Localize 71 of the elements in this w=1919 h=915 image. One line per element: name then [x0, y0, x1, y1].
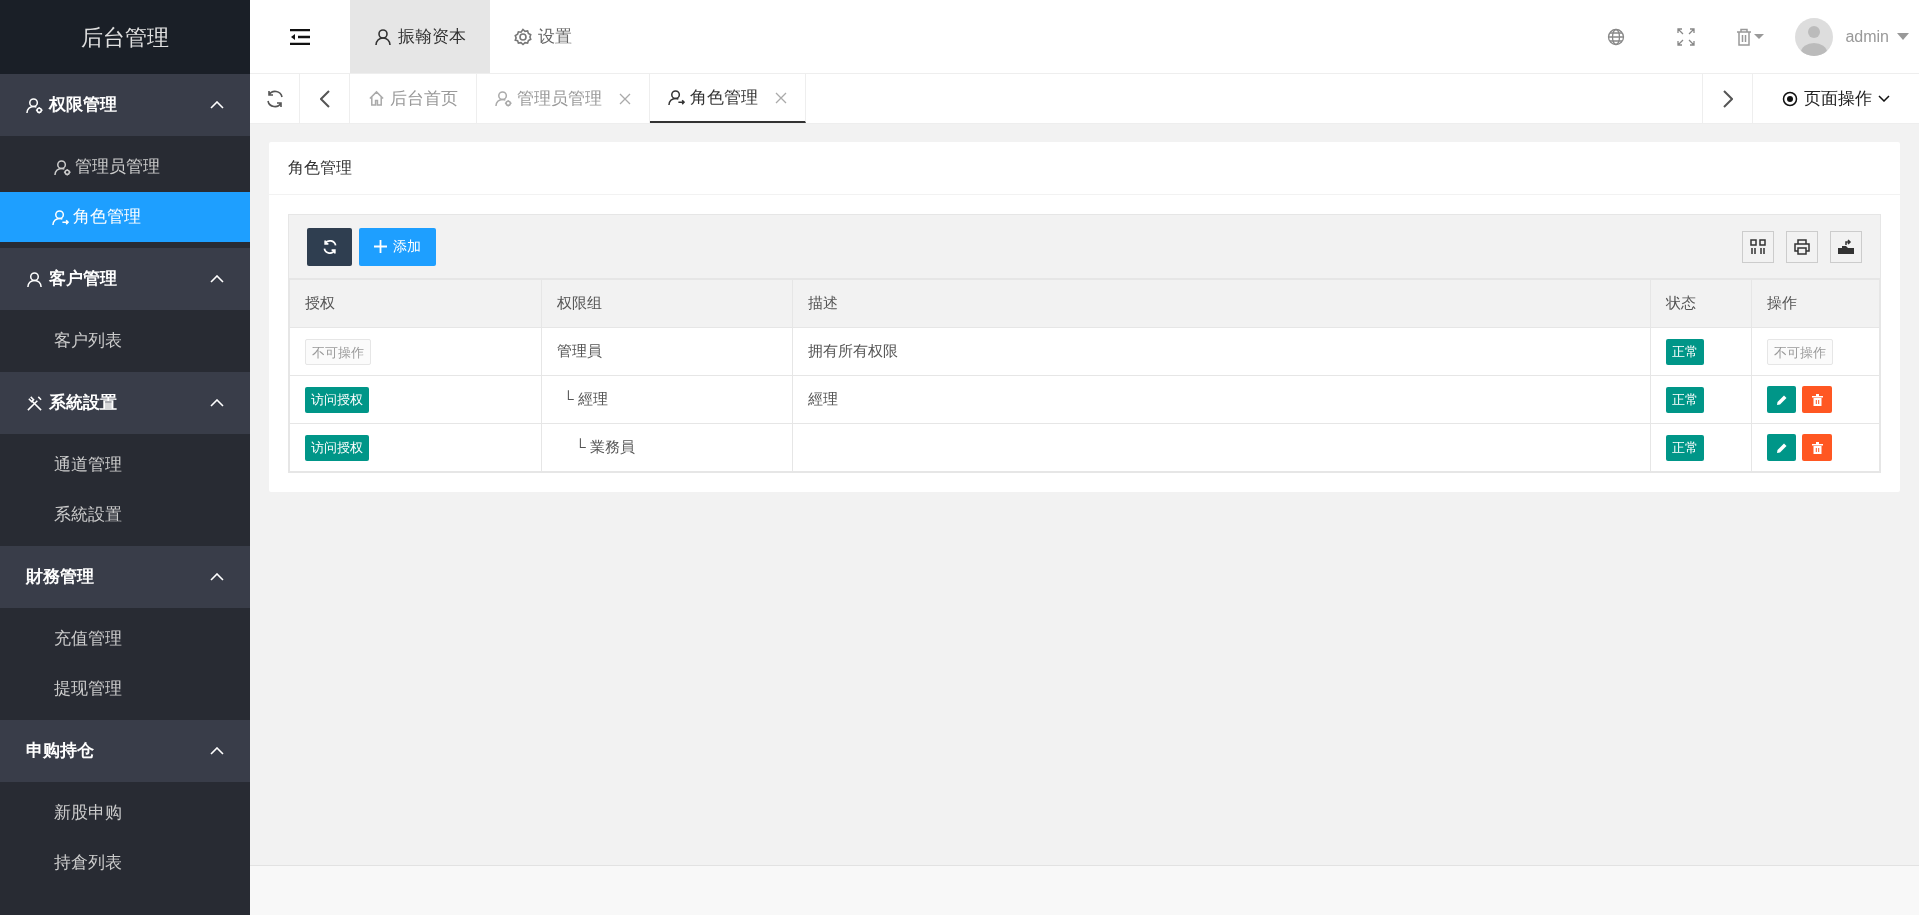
tools-icon — [26, 394, 43, 412]
table-cell: 經理 — [808, 390, 838, 408]
pencil-icon — [1775, 441, 1788, 454]
delete-button[interactable] — [1802, 434, 1832, 461]
locked-label: 不可操作 — [1767, 338, 1833, 365]
column-header: 授权 — [289, 279, 542, 328]
avatar[interactable] — [1795, 17, 1834, 56]
card-title: 角色管理 — [288, 158, 352, 178]
status-badge: 正常 — [1666, 338, 1704, 365]
refresh-button[interactable] — [307, 227, 352, 266]
delete-button[interactable] — [1802, 386, 1832, 413]
sidebar-group-header[interactable]: 权限管理 — [0, 74, 250, 136]
user-arrow-icon — [668, 89, 685, 106]
edit-button[interactable] — [1767, 434, 1796, 461]
trash-icon — [1811, 393, 1823, 406]
table-cell-text: └ 經理 — [562, 390, 608, 408]
user-gear-icon — [26, 96, 43, 114]
export-icon[interactable] — [1830, 230, 1862, 263]
home-icon — [368, 90, 385, 107]
authorize-button: 不可操作 — [305, 338, 371, 365]
column-header: 操作 — [1751, 279, 1880, 328]
user-gear-icon — [54, 158, 71, 176]
table-cell: 管理員 — [557, 342, 602, 360]
radio-dot-icon — [1782, 90, 1798, 107]
settings-icon — [514, 27, 532, 46]
sidebar-group-header[interactable]: 客户管理 — [0, 248, 250, 310]
caret-icon[interactable] — [1897, 33, 1909, 40]
chevron-up-icon — [210, 747, 224, 755]
plus-icon — [374, 240, 387, 253]
sidebar-item[interactable]: 持倉列表 — [0, 838, 250, 888]
chevron-up-icon — [210, 573, 224, 581]
column-header: 状态 — [1650, 279, 1752, 328]
sidebar-group-header[interactable]: 申购持仓 — [0, 720, 250, 782]
table-cell: 拥有所有权限 — [808, 342, 898, 360]
column-header: 描述 — [792, 279, 1651, 328]
sidebar-item[interactable]: 新股申购 — [0, 788, 250, 838]
user-icon — [26, 270, 43, 288]
page-tab[interactable]: 角色管理 — [650, 74, 806, 123]
app-title: 后台管理 — [81, 23, 169, 52]
sidebar-item[interactable]: 客户列表 — [0, 316, 250, 366]
columns-icon[interactable] — [1742, 230, 1774, 263]
status-badge: 正常 — [1666, 434, 1704, 461]
sidebar-item[interactable]: 充值管理 — [0, 614, 250, 664]
sidebar-item[interactable]: 系統設置 — [0, 490, 250, 540]
chevron-down-icon — [1878, 95, 1890, 102]
sidebar-group-header[interactable]: 財務管理 — [0, 546, 250, 608]
sidebar-item[interactable]: 通道管理 — [0, 440, 250, 490]
nav-tab[interactable]: 振翰资本 — [350, 0, 490, 73]
status-badge: 正常 — [1666, 386, 1704, 413]
table-cell-text: └ 業務員 — [574, 438, 635, 456]
user-gear-icon — [495, 90, 512, 107]
refresh-icon — [321, 238, 338, 255]
close-icon[interactable] — [619, 92, 631, 105]
user-arrow-icon — [52, 208, 69, 226]
sidebar-item[interactable]: 管理员管理 — [0, 142, 250, 192]
nav-tab[interactable]: 设置 — [490, 0, 596, 73]
page-actions-dropdown[interactable]: 页面操作 — [1752, 74, 1919, 123]
chevron-up-icon — [210, 275, 224, 283]
close-icon[interactable] — [775, 91, 787, 104]
authorize-button[interactable]: 访问授权 — [305, 434, 369, 461]
trash-icon — [1811, 441, 1823, 454]
authorize-button[interactable]: 访问授权 — [305, 386, 369, 413]
user-icon — [374, 27, 392, 46]
sidebar-item[interactable]: 提现管理 — [0, 664, 250, 714]
column-header: 权限组 — [541, 279, 793, 328]
sidebar-group-header[interactable]: 系統設置 — [0, 372, 250, 434]
edit-button[interactable] — [1767, 386, 1796, 413]
pencil-icon — [1775, 393, 1788, 406]
print-icon[interactable] — [1786, 230, 1818, 263]
chevron-up-icon — [210, 399, 224, 407]
chevron-up-icon — [210, 101, 224, 109]
